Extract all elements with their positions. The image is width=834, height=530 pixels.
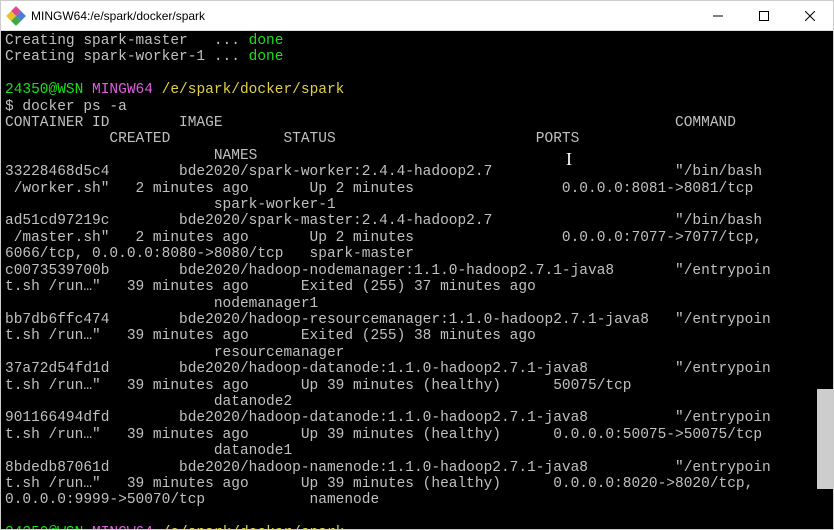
table-row: t.sh /run…" 39 minutes ago Exited (255) … — [5, 279, 779, 295]
table-row: ad51cd97219c bde2020/spark-master:2.4.4-… — [5, 213, 762, 229]
table-row: bb7db6ffc474 bde2020/hadoop-resourcemana… — [5, 312, 771, 328]
terminal-area[interactable]: Creating spark-master ... done Creating … — [1, 31, 833, 529]
table-row: /master.sh" 2 minutes ago Up 2 minutes 0… — [5, 230, 771, 246]
table-row: t.sh /run…" 39 minutes ago Up 39 minutes… — [5, 378, 779, 394]
close-button[interactable] — [787, 1, 833, 31]
app-icon — [6, 6, 26, 26]
text-cursor-icon: I — [566, 151, 572, 167]
command-line: $ docker ps -a — [5, 99, 127, 115]
table-row: nodemanager1 — [5, 296, 318, 312]
window-title: MINGW64:/e/spark/docker/spark — [31, 9, 695, 23]
table-row: 8bdedb87061d bde2020/hadoop-namenode:1.1… — [5, 460, 771, 476]
prompt-line: 24350@WSN MINGW64 /e/spark/docker/spark — [5, 82, 344, 98]
table-row: c0073539700b bde2020/hadoop-nodemanager:… — [5, 263, 771, 279]
table-row: 33228468d5c4 bde2020/spark-worker:2.4.4-… — [5, 164, 762, 180]
header-line: CONTAINER ID IMAGE COMMAND — [5, 115, 762, 131]
prompt-line: 24350@WSN MINGW64 /e/spark/docker/spark — [5, 525, 344, 529]
table-row: datanode1 — [5, 443, 292, 459]
table-row: t.sh /run…" 39 minutes ago Up 39 minutes… — [5, 427, 779, 443]
table-row: 901166494dfd bde2020/hadoop-datanode:1.1… — [5, 410, 771, 426]
table-row: 0.0.0.0:9999->50070/tcp namenode — [5, 492, 379, 508]
table-row: /worker.sh" 2 minutes ago Up 2 minutes 0… — [5, 181, 788, 197]
table-row: 6066/tcp, 0.0.0.0:8080->8080/tcp spark-m… — [5, 246, 414, 262]
window-controls — [695, 1, 833, 31]
creating-line: Creating spark-master ... done — [5, 33, 283, 49]
table-row: 37a72d54fd1d bde2020/hadoop-datanode:1.1… — [5, 361, 771, 377]
header-line: NAMES — [5, 148, 257, 164]
table-row: spark-worker-1 — [5, 197, 336, 213]
table-row: t.sh /run…" 39 minutes ago Up 39 minutes… — [5, 476, 762, 492]
table-row: resourcemanager — [5, 345, 344, 361]
header-line: CREATED STATUS PORTS — [5, 131, 762, 147]
titlebar[interactable]: MINGW64:/e/spark/docker/spark — [1, 1, 833, 31]
scrollbar[interactable] — [817, 389, 833, 489]
maximize-button[interactable] — [741, 1, 787, 31]
table-row: datanode2 — [5, 394, 292, 410]
minimize-button[interactable] — [695, 1, 741, 31]
creating-line: Creating spark-worker-1 ... done — [5, 49, 283, 65]
table-row: t.sh /run…" 39 minutes ago Exited (255) … — [5, 328, 779, 344]
terminal-window: MINGW64:/e/spark/docker/spark Creating s… — [0, 0, 834, 530]
